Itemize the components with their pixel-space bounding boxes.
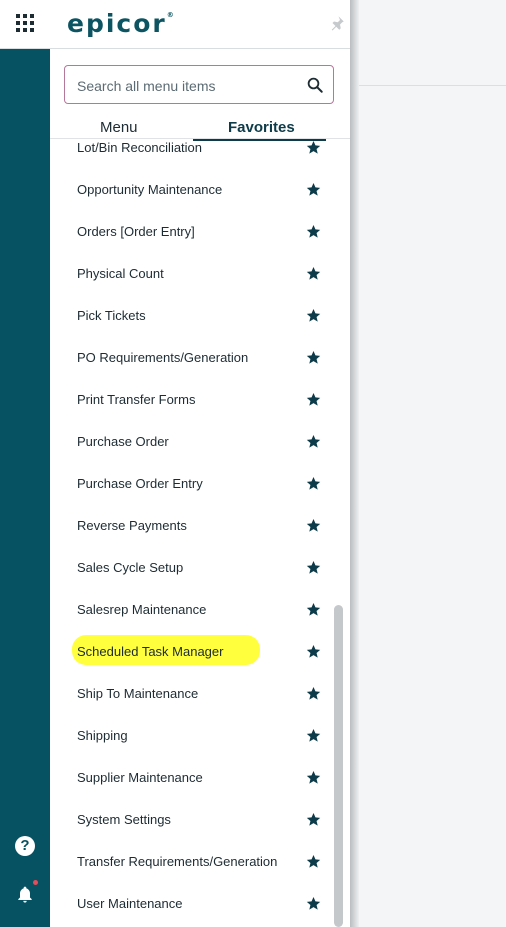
list-item-label: PO Requirements/Generation xyxy=(77,350,249,365)
list-item-label: Transfer Requirements/Generation xyxy=(77,854,278,869)
star-icon[interactable] xyxy=(306,266,321,281)
list-item[interactable]: Transfer Requirements/Generation xyxy=(50,841,350,883)
list-item[interactable]: Opportunity Maintenance xyxy=(50,169,350,211)
list-item-label: Lot/Bin Reconciliation xyxy=(77,140,203,155)
list-item[interactable]: Orders [Order Entry] xyxy=(50,211,350,253)
star-icon[interactable] xyxy=(306,644,321,659)
list-item[interactable]: Purchase Order Entry xyxy=(50,463,350,505)
header-divider-line xyxy=(359,85,506,86)
list-item[interactable]: Pick Tickets xyxy=(50,295,350,337)
list-item-label: Purchase Order Entry xyxy=(77,476,203,491)
star-icon[interactable] xyxy=(306,350,321,365)
list-item[interactable]: Purchase Order xyxy=(50,421,350,463)
list-item[interactable]: Reverse Payments xyxy=(50,505,350,547)
star-icon[interactable] xyxy=(306,770,321,785)
list-item[interactable]: Physical Count xyxy=(50,253,350,295)
list-item[interactable]: Salesrep Maintenance xyxy=(50,589,350,631)
list-item[interactable]: Sales Cycle Setup xyxy=(50,547,350,589)
search-input[interactable] xyxy=(75,74,299,98)
tab-favorites[interactable]: Favorites xyxy=(228,119,295,136)
list-item[interactable]: Print Transfer Forms xyxy=(50,379,350,421)
list-item[interactable]: Ship To Maintenance xyxy=(50,673,350,715)
list-item-label: Salesrep Maintenance xyxy=(77,602,207,617)
list-item[interactable]: User Maintenance xyxy=(50,883,350,925)
star-icon[interactable] xyxy=(306,434,321,449)
top-bar: epicor® xyxy=(0,0,350,49)
epicor-logo: epicor® xyxy=(67,9,174,38)
list-item-label: Reverse Payments xyxy=(77,518,187,533)
list-item-label: Print Transfer Forms xyxy=(77,392,196,407)
search-box[interactable] xyxy=(64,65,334,104)
star-icon[interactable] xyxy=(306,728,321,743)
list-item-label: Opportunity Maintenance xyxy=(77,182,223,197)
star-icon[interactable] xyxy=(306,224,321,239)
list-item-label: Orders [Order Entry] xyxy=(77,224,195,239)
list-item-label: Scheduled Task Manager xyxy=(77,644,224,659)
app-launcher-icon[interactable] xyxy=(16,14,34,32)
notification-bell-icon[interactable] xyxy=(15,884,35,906)
list-item-label: Ship To Maintenance xyxy=(77,686,199,701)
list-item-highlighted[interactable]: Scheduled Task Manager xyxy=(50,631,350,673)
left-rail xyxy=(0,49,50,927)
star-icon[interactable] xyxy=(306,392,321,407)
list-item-label: Pick Tickets xyxy=(77,308,146,323)
list-item-label: Shipping xyxy=(77,728,128,743)
star-icon[interactable] xyxy=(306,812,321,827)
panel-edge-shadow xyxy=(350,0,359,927)
star-icon[interactable] xyxy=(306,308,321,323)
list-item[interactable]: System Settings xyxy=(50,799,350,841)
favorites-list: Lot/Bin Reconciliation Opportunity Maint… xyxy=(50,139,350,927)
star-icon[interactable] xyxy=(306,182,321,197)
help-icon[interactable]: ? xyxy=(15,836,35,856)
scrollbar-thumb[interactable] xyxy=(334,605,343,927)
notification-unread-dot xyxy=(33,880,38,885)
menu-panel: Menu Favorites Lot/Bin Reconciliation Op… xyxy=(50,49,350,927)
list-item-label: Sales Cycle Setup xyxy=(77,560,184,575)
star-icon[interactable] xyxy=(306,476,321,491)
list-item[interactable]: Shipping xyxy=(50,715,350,757)
star-icon[interactable] xyxy=(306,560,321,575)
star-icon[interactable] xyxy=(306,896,321,911)
star-icon[interactable] xyxy=(306,854,321,869)
star-icon[interactable] xyxy=(306,602,321,617)
list-item[interactable]: Lot/Bin Reconciliation xyxy=(50,139,350,169)
star-icon[interactable] xyxy=(306,140,321,155)
list-item-label: Physical Count xyxy=(77,266,164,281)
star-icon[interactable] xyxy=(306,686,321,701)
list-item[interactable]: PO Requirements/Generation xyxy=(50,337,350,379)
list-item-label: Supplier Maintenance xyxy=(77,770,203,785)
tab-menu[interactable]: Menu xyxy=(100,119,138,136)
star-icon[interactable] xyxy=(306,518,321,533)
search-icon[interactable] xyxy=(306,76,324,94)
main-content-area xyxy=(359,0,506,927)
list-item[interactable]: Supplier Maintenance xyxy=(50,757,350,799)
list-item-label: System Settings xyxy=(77,812,171,827)
list-item-label: Purchase Order xyxy=(77,434,169,449)
list-item-label: User Maintenance xyxy=(77,896,183,911)
pin-icon[interactable] xyxy=(328,14,346,32)
